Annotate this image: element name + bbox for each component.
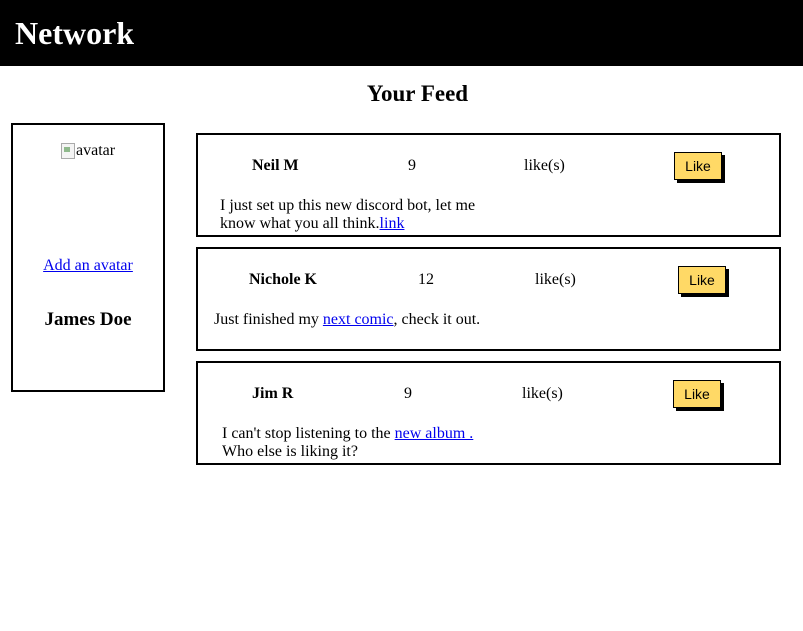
- profile-card: avatar Add an avatar James Doe: [11, 123, 165, 392]
- user-name: James Doe: [44, 309, 132, 330]
- add-avatar-link[interactable]: Add an avatar: [13, 256, 163, 276]
- post-like-count: 9: [404, 385, 412, 402]
- top-navbar: Network: [0, 0, 803, 66]
- avatar: avatar: [61, 142, 115, 160]
- post-text-before: I just set up this new discord bot, let …: [220, 197, 476, 232]
- post-text-before: Just finished my: [214, 311, 323, 328]
- like-button[interactable]: Like: [673, 380, 721, 408]
- post-author: Neil M: [252, 157, 299, 174]
- post-link[interactable]: new album .: [395, 425, 474, 442]
- post-text-after: , check it out.: [393, 311, 481, 328]
- like-button[interactable]: Like: [674, 152, 722, 180]
- post-card: Jim R 9 like(s) Like I can't stop listen…: [196, 361, 781, 465]
- page-title: Your Feed: [366, 81, 469, 106]
- post-text-before: I can't stop listening to the: [222, 425, 395, 442]
- post-author: Jim R: [252, 385, 294, 402]
- post-likes-label: like(s): [524, 157, 565, 174]
- post-link[interactable]: next comic: [323, 311, 394, 328]
- post-card: Nichole K 12 like(s) Like Just finished …: [196, 247, 781, 351]
- brand-title[interactable]: Network: [15, 13, 134, 53]
- avatar-alt-text: avatar: [76, 142, 116, 159]
- post-text: I can't stop listening to the new album …: [222, 425, 484, 461]
- post-text: I just set up this new discord bot, let …: [220, 197, 488, 233]
- post-text-after: Who else is liking it?: [222, 443, 358, 460]
- like-button[interactable]: Like: [678, 266, 726, 294]
- post-likes-label: like(s): [522, 385, 563, 402]
- post-link[interactable]: link: [380, 215, 405, 232]
- post-likes-label: like(s): [535, 271, 576, 288]
- post-card: Neil M 9 like(s) Like I just set up this…: [196, 133, 781, 237]
- broken-image-icon: [61, 143, 75, 159]
- post-text: Just finished my next comic, check it ou…: [214, 311, 574, 329]
- post-author: Nichole K: [249, 271, 317, 288]
- post-like-count: 9: [408, 157, 416, 174]
- post-like-count: 12: [418, 271, 434, 288]
